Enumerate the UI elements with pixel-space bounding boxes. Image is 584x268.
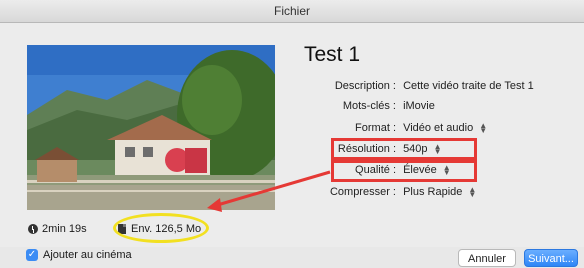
resolution-select[interactable]: 540p ▲ ▼ <box>403 142 442 157</box>
stepper-icon: ▲ ▼ <box>479 121 488 136</box>
duration-info: 2min 19s <box>28 223 87 235</box>
keywords-label: Mots-clés : <box>342 100 396 112</box>
format-select[interactable]: Vidéo et audio ▲ ▼ <box>403 121 488 136</box>
stepper-icon: ▲ ▼ <box>442 163 451 178</box>
description-value[interactable]: Cette vidéo traite de Test 1 <box>403 80 534 92</box>
quality-select[interactable]: Élevée ▲ ▼ <box>403 163 451 178</box>
cancel-button[interactable]: Annuler <box>458 249 516 267</box>
format-row: Format : Vidéo et audio ▲ ▼ <box>300 121 488 136</box>
stepper-icon: ▲ ▼ <box>433 142 442 157</box>
resolution-label: Résolution : <box>337 143 396 155</box>
compress-row: Compresser : Plus Rapide ▲ ▼ <box>300 185 477 200</box>
description-row: Description : Cette vidéo traite de Test… <box>300 80 534 92</box>
window-title-bar: Fichier <box>0 0 584 23</box>
file-icon <box>118 224 126 234</box>
quality-row: Qualité : Élevée ▲ ▼ <box>300 163 451 178</box>
description-label: Description : <box>334 80 396 92</box>
compress-label: Compresser : <box>329 186 396 198</box>
resolution-value: 540p <box>403 143 428 155</box>
format-value: Vidéo et audio <box>403 122 474 134</box>
next-button[interactable]: Suivant... <box>524 249 578 267</box>
video-title: Test 1 <box>304 43 361 66</box>
add-to-cinema-label: Ajouter au cinéma <box>43 249 132 261</box>
quality-label: Qualité : <box>355 164 396 176</box>
compress-select[interactable]: Plus Rapide ▲ ▼ <box>403 185 477 200</box>
compress-value: Plus Rapide <box>403 186 463 198</box>
resolution-row: Résolution : 540p ▲ ▼ <box>300 142 442 157</box>
keywords-value[interactable]: iMovie <box>403 100 435 112</box>
format-label: Format : <box>355 122 396 134</box>
stepper-icon: ▲ ▼ <box>468 185 477 200</box>
size-value: Env. 126,5 Mo <box>131 223 202 235</box>
checkmark-icon[interactable]: ✓ <box>26 249 38 261</box>
video-thumbnail <box>27 45 275 210</box>
clock-icon <box>28 224 38 234</box>
quality-value: Élevée <box>403 164 437 176</box>
add-to-cinema-option[interactable]: ✓ Ajouter au cinéma <box>26 249 132 261</box>
size-info: Env. 126,5 Mo <box>118 223 201 235</box>
keywords-row: Mots-clés : iMovie <box>300 100 435 112</box>
duration-value: 2min 19s <box>42 223 87 235</box>
window-title: Fichier <box>273 4 310 18</box>
share-dialog: Test 1 Description : Cette vidéo traite … <box>0 23 584 267</box>
